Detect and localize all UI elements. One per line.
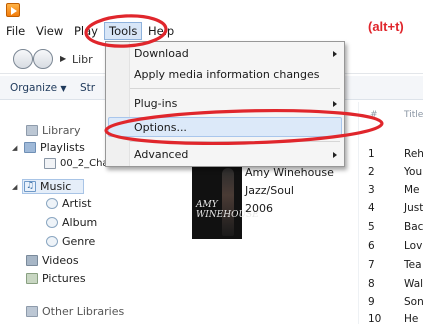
nav-artist-label: Artist <box>62 197 92 210</box>
track-number: 7 <box>368 259 375 271</box>
picture-icon <box>26 273 38 284</box>
genre-icon <box>46 236 58 247</box>
album-year: 2006 <box>245 202 273 215</box>
album-icon <box>46 217 58 228</box>
collapse-arrow-icon[interactable]: ◢ <box>12 144 20 152</box>
nav-genre-label: Genre <box>62 235 96 248</box>
track-number: 8 <box>368 278 375 290</box>
breadcrumb-arrow-icon[interactable]: ▶ <box>60 54 66 63</box>
column-header-number[interactable]: # <box>370 110 378 120</box>
nav-library-label: Library <box>42 124 81 137</box>
album-genre: Jazz/Soul <box>245 184 294 197</box>
menu-separator <box>130 88 340 89</box>
music-note-icon: ♫ <box>24 181 36 192</box>
track-title[interactable]: Reh <box>404 148 423 160</box>
menu-item-advanced[interactable]: Advanced <box>134 148 188 161</box>
menu-tools[interactable]: Tools <box>104 22 143 40</box>
track-number: 6 <box>368 240 375 252</box>
menu-bar <box>0 20 423 42</box>
track-title[interactable]: Tea <box>404 259 422 271</box>
track-number: 10 <box>368 313 382 324</box>
breadcrumb[interactable]: Libr <box>72 53 93 66</box>
album-art-text: AMY WINEHOUSE <box>196 200 259 220</box>
column-divider <box>358 102 359 324</box>
track-number: 1 <box>368 148 375 160</box>
album-artist: Amy Winehouse <box>245 166 334 179</box>
submenu-arrow-icon <box>333 101 337 107</box>
track-title[interactable]: Lov <box>404 240 422 252</box>
chevron-down-icon: ▼ <box>60 84 67 93</box>
media-player-icon <box>6 3 20 17</box>
nav-library[interactable]: Library <box>26 124 80 137</box>
submenu-arrow-icon <box>333 51 337 57</box>
nav-videos[interactable]: Videos <box>26 254 79 267</box>
menu-help[interactable]: Help <box>148 24 174 38</box>
track-title[interactable]: Just <box>404 202 423 214</box>
forward-button[interactable] <box>33 49 53 69</box>
nav-pictures[interactable]: Pictures <box>26 272 86 285</box>
playlist-icon <box>24 142 36 153</box>
menu-item-plug-ins[interactable]: Plug-ins <box>134 97 177 110</box>
nav-album[interactable]: Album <box>46 216 97 229</box>
nav-artist[interactable]: Artist <box>46 197 91 210</box>
playlist-file-icon <box>44 158 56 169</box>
track-title[interactable]: Wal <box>404 278 423 290</box>
menu-separator <box>130 141 340 142</box>
menu-item-download[interactable]: Download <box>134 47 189 60</box>
menu-item-apply-media-info[interactable]: Apply media information changes <box>134 68 320 81</box>
organize-button[interactable]: Organize ▼ <box>10 82 67 94</box>
menu-item-options[interactable]: Options... <box>134 121 187 134</box>
menu-play[interactable]: Play <box>74 24 98 38</box>
menu-view[interactable]: View <box>36 24 63 38</box>
track-title[interactable]: Bac <box>404 221 423 233</box>
collapse-arrow-icon[interactable]: ◢ <box>12 183 20 191</box>
nav-music[interactable]: ◢ ♫ Music <box>12 180 71 193</box>
track-number: 2 <box>368 166 375 178</box>
nav-playlists-label: Playlists <box>40 141 85 154</box>
menu-file[interactable]: File <box>6 24 25 38</box>
submenu-arrow-icon <box>333 152 337 158</box>
nav-pictures-label: Pictures <box>42 272 86 285</box>
track-title[interactable]: You <box>404 166 422 178</box>
track-number: 3 <box>368 184 375 196</box>
nav-album-label: Album <box>62 216 98 229</box>
nav-other-libraries-label: Other Libraries <box>42 305 125 318</box>
track-number: 9 <box>368 296 375 308</box>
nav-other-libraries[interactable]: Other Libraries <box>26 305 124 318</box>
track-number: 4 <box>368 202 375 214</box>
nav-genre[interactable]: Genre <box>46 235 95 248</box>
track-title[interactable]: He <box>404 313 418 324</box>
nav-music-label: Music <box>40 180 72 193</box>
column-header-title[interactable]: Title <box>404 110 423 120</box>
hotkey-annotation: (alt+t) <box>368 19 404 34</box>
artist-icon <box>46 198 58 209</box>
library-icon <box>26 125 38 136</box>
nav-videos-label: Videos <box>42 254 79 267</box>
title-bar <box>0 0 423 20</box>
track-title[interactable]: Son <box>404 296 423 308</box>
track-title[interactable]: Me <box>404 184 420 196</box>
back-button[interactable] <box>13 49 33 69</box>
stream-button[interactable]: Str <box>80 82 95 94</box>
menu-icon-gutter <box>106 42 130 166</box>
other-libraries-icon <box>26 306 38 317</box>
nav-playlists[interactable]: ◢ Playlists <box>12 141 85 154</box>
track-number: 5 <box>368 221 375 233</box>
video-icon <box>26 255 38 266</box>
organize-label: Organize <box>10 82 58 94</box>
